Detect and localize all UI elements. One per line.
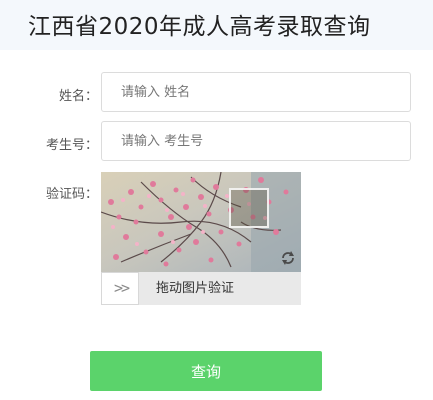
slider-captcha: >> 拖动图片验证 [101, 172, 301, 305]
name-label: 姓名： [58, 89, 98, 104]
double-chevron-right-icon: >> [113, 279, 130, 297]
slider-track: >> 拖动图片验证 [101, 272, 301, 305]
puzzle-piece [229, 188, 269, 228]
exam-number-label: 考生号： [45, 138, 98, 153]
slider-text: 拖动图片验证 [156, 281, 235, 296]
captcha-label: 验证码： [45, 187, 98, 202]
slider-handle[interactable]: >> [101, 272, 139, 305]
page: 江西省2020年成人高考录取查询 姓名： 考生号： 验证码： [0, 0, 433, 400]
page-title: 江西省2020年成人高考录取查询 [28, 14, 371, 40]
header: 江西省2020年成人高考录取查询 [0, 0, 433, 50]
refresh-icon[interactable] [279, 249, 297, 267]
query-button[interactable]: 查询 [90, 351, 322, 391]
name-input[interactable] [101, 72, 411, 112]
captcha-image [101, 172, 301, 272]
exam-number-input[interactable] [101, 121, 411, 161]
